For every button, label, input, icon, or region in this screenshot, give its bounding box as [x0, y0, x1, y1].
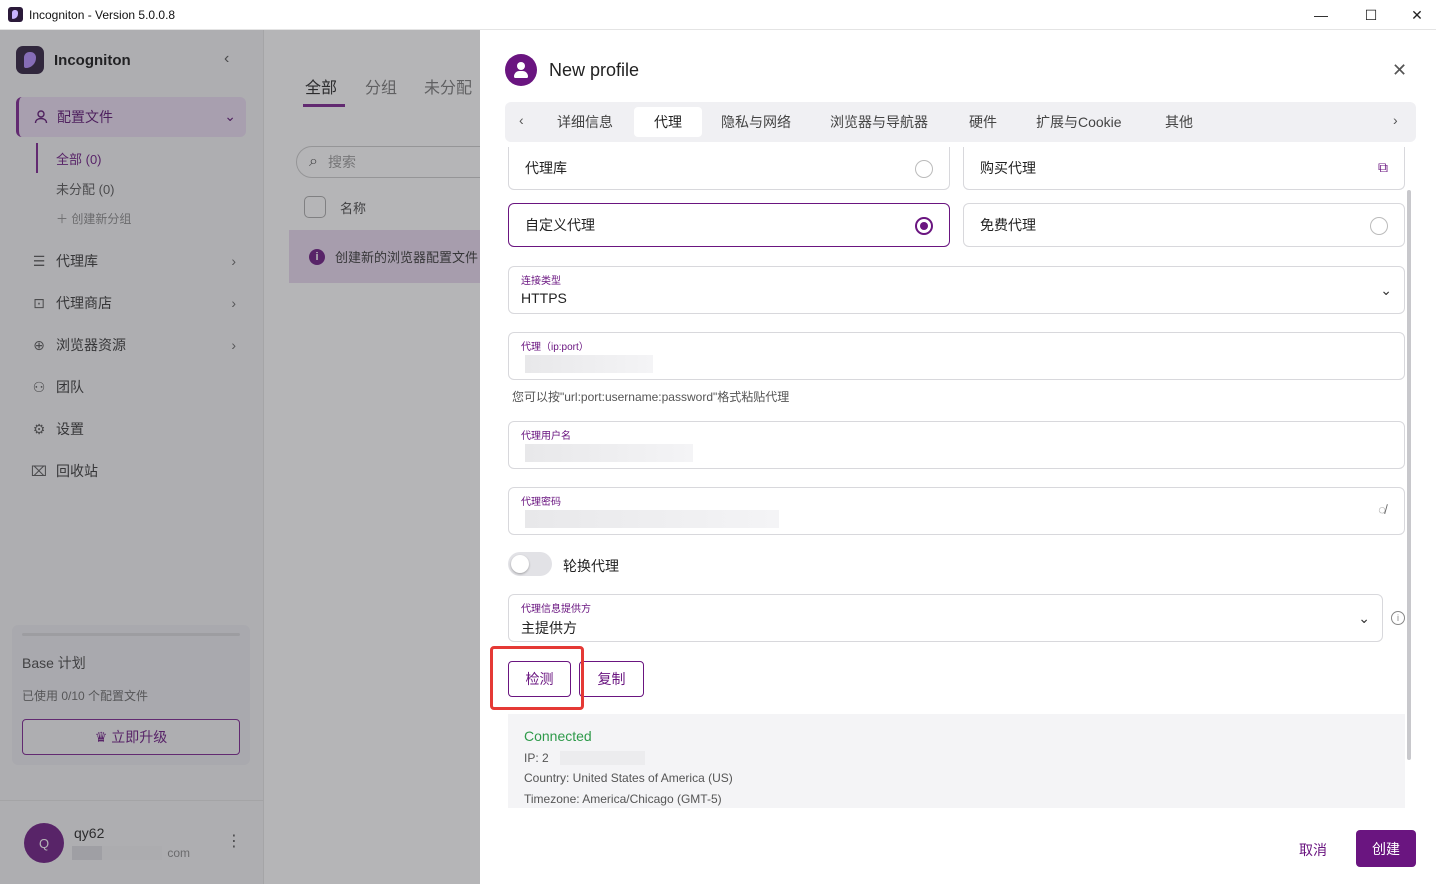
- highlight-box: [490, 646, 584, 710]
- tabs-prev-icon[interactable]: ‹: [519, 112, 524, 128]
- option-buy-proxy[interactable]: 购买代理 ⧉: [963, 147, 1405, 190]
- chevron-down-icon: ⌄: [1380, 282, 1392, 298]
- minimize-button[interactable]: —: [1298, 0, 1344, 30]
- close-window-button[interactable]: ✕: [1394, 0, 1436, 30]
- option-label: 购买代理: [980, 160, 1036, 176]
- field-label: 连接类型: [521, 276, 561, 287]
- option-custom-proxy[interactable]: 自定义代理: [508, 203, 950, 247]
- field-label: 代理用户名: [521, 431, 571, 442]
- tab-hardware[interactable]: 硬件: [969, 102, 997, 142]
- option-label: 免费代理: [980, 217, 1036, 233]
- field-value: 主提供方: [521, 620, 577, 636]
- radio-free-proxy[interactable]: [1370, 217, 1388, 235]
- eye-slash-icon[interactable]: ◌̸: [1378, 502, 1386, 517]
- new-profile-dialog: New profile ✕ ‹ 详细信息 代理 隐私与网络 浏览器与导航器 硬件…: [480, 30, 1436, 884]
- external-link-icon: ⧉: [1378, 159, 1388, 175]
- window-title: Incogniton - Version 5.0.0.8: [29, 8, 176, 22]
- option-label: 自定义代理: [525, 217, 595, 233]
- tab-privacy-network[interactable]: 隐私与网络: [721, 102, 791, 142]
- dialog-title: New profile: [549, 60, 640, 80]
- app: Incogniton ‹ 配置文件 ⌄ 全部 (0) 未分配 (0) ＋ 创建新…: [0, 30, 1436, 884]
- profile-avatar-icon: [505, 54, 537, 86]
- tab-other[interactable]: 其他: [1165, 102, 1193, 142]
- maximize-button[interactable]: ☐: [1348, 0, 1394, 30]
- redacted-ip: [560, 751, 645, 765]
- close-dialog-icon[interactable]: ✕: [1392, 60, 1407, 81]
- option-free-proxy[interactable]: 免费代理: [963, 203, 1405, 247]
- proxy-address-field[interactable]: 代理（ip:port）: [508, 332, 1405, 380]
- connection-type-select[interactable]: 连接类型 HTTPS ⌄: [508, 266, 1405, 314]
- tab-browser-navigator[interactable]: 浏览器与导航器: [830, 102, 928, 142]
- connection-status: Connected: [524, 728, 592, 744]
- tab-proxy[interactable]: 代理: [634, 107, 702, 137]
- copy-button[interactable]: 复制: [579, 661, 644, 697]
- dialog-tabs: ‹ 详细信息 代理 隐私与网络 浏览器与导航器 硬件 扩展与Cookie 其他 …: [505, 102, 1416, 142]
- rotate-proxy-toggle[interactable]: [508, 552, 552, 576]
- tab-extensions-cookie[interactable]: 扩展与Cookie: [1036, 102, 1122, 142]
- app-logo-icon: [8, 7, 23, 22]
- result-ip: IP: 2: [524, 751, 549, 765]
- proxy-password-field[interactable]: 代理密码 ◌̸: [508, 487, 1405, 535]
- modal-backdrop[interactable]: [0, 30, 480, 884]
- option-proxy-library[interactable]: 代理库: [508, 147, 950, 190]
- radio-proxy-library[interactable]: [915, 160, 933, 178]
- field-value: HTTPS: [521, 290, 567, 306]
- tabs-next-icon[interactable]: ›: [1393, 112, 1398, 128]
- title-bar: Incogniton - Version 5.0.0.8 — ☐ ✕: [0, 0, 1436, 30]
- option-label: 代理库: [525, 160, 567, 176]
- chevron-down-icon: ⌄: [1358, 610, 1370, 626]
- check-result: Connected IP: 2 Country: United States o…: [508, 714, 1405, 808]
- redacted-value: [525, 355, 653, 373]
- info-icon[interactable]: i: [1391, 611, 1405, 625]
- field-label: 代理（ip:port）: [521, 342, 589, 353]
- field-label: 代理信息提供方: [521, 604, 591, 615]
- result-country: Country: United States of America (US): [524, 771, 733, 785]
- create-button[interactable]: 创建: [1356, 830, 1416, 867]
- redacted-value: [525, 444, 693, 462]
- rotate-proxy-label: 轮换代理: [563, 558, 619, 574]
- result-timezone: Timezone: America/Chicago (GMT-5): [524, 792, 722, 806]
- proxy-username-field[interactable]: 代理用户名: [508, 421, 1405, 469]
- cancel-button[interactable]: 取消: [1299, 840, 1327, 860]
- radio-custom-proxy[interactable]: [915, 217, 933, 235]
- field-label: 代理密码: [521, 497, 561, 508]
- info-provider-select[interactable]: 代理信息提供方 主提供方 ⌄: [508, 594, 1383, 642]
- redacted-value: [525, 510, 779, 528]
- tab-details[interactable]: 详细信息: [557, 102, 613, 142]
- proxy-format-hint: 您可以按"url:port:username:password"格式粘贴代理: [512, 390, 790, 404]
- scrollbar[interactable]: [1407, 190, 1411, 760]
